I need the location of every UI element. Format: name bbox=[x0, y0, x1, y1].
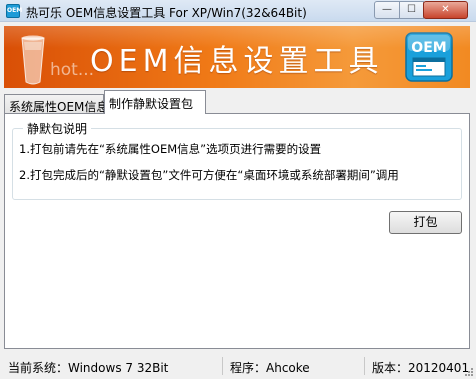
close-button[interactable]: ✕ bbox=[423, 1, 468, 19]
tab-silent-package[interactable]: 制作静默设置包 bbox=[104, 90, 206, 114]
status-separator bbox=[222, 357, 223, 375]
instruction-line-2: 2.打包完成后的“静默设置包”文件可方便在“桌面环境或系统部署期间”调用 bbox=[19, 168, 399, 182]
group-title: 静默包说明 bbox=[23, 120, 92, 137]
minimize-button[interactable]: — bbox=[374, 1, 400, 19]
status-author: 程序：Ahcoke bbox=[230, 361, 310, 375]
hot-text: hot... bbox=[50, 60, 95, 80]
tab-system-oem-info[interactable]: 系统属性OEM信息 bbox=[4, 94, 108, 114]
client-area: hot... OEM信息设置工具 OEM 系统属性OEM信息 制作静默设置包 静… bbox=[0, 22, 476, 379]
silent-package-groupbox: 静默包说明 1.打包前请先在“系统属性OEM信息”选项页进行需要的设置 2.打包… bbox=[12, 120, 462, 200]
status-current-system: 当前系统：Windows 7 32Bit bbox=[8, 361, 169, 375]
status-bar: 当前系统：Windows 7 32Bit 程序：Ahcoke 版本：201204… bbox=[0, 353, 476, 379]
instruction-line-1: 1.打包前请先在“系统属性OEM信息”选项页进行需要的设置 bbox=[19, 142, 322, 156]
status-version: 版本：20120401 bbox=[372, 361, 470, 375]
oem-logo-icon: OEM bbox=[405, 32, 453, 82]
resize-grip-icon[interactable] bbox=[464, 367, 474, 377]
maximize-button[interactable]: ☐ bbox=[399, 1, 424, 19]
app-icon[interactable]: OEM bbox=[6, 4, 22, 18]
cola-cup-icon bbox=[21, 35, 45, 85]
banner-title: OEM信息设置工具 bbox=[90, 44, 384, 79]
window-title: 热可乐 OEM信息设置工具 For XP/Win7(32&64Bit) bbox=[26, 6, 307, 20]
title-bar[interactable]: OEM 热可乐 OEM信息设置工具 For XP/Win7(32&64Bit) … bbox=[0, 0, 476, 22]
header-banner: hot... OEM信息设置工具 OEM bbox=[4, 26, 470, 88]
status-separator bbox=[364, 357, 365, 375]
oem-logo-text: OEM bbox=[411, 40, 446, 56]
pack-button[interactable]: 打包 bbox=[389, 211, 462, 234]
